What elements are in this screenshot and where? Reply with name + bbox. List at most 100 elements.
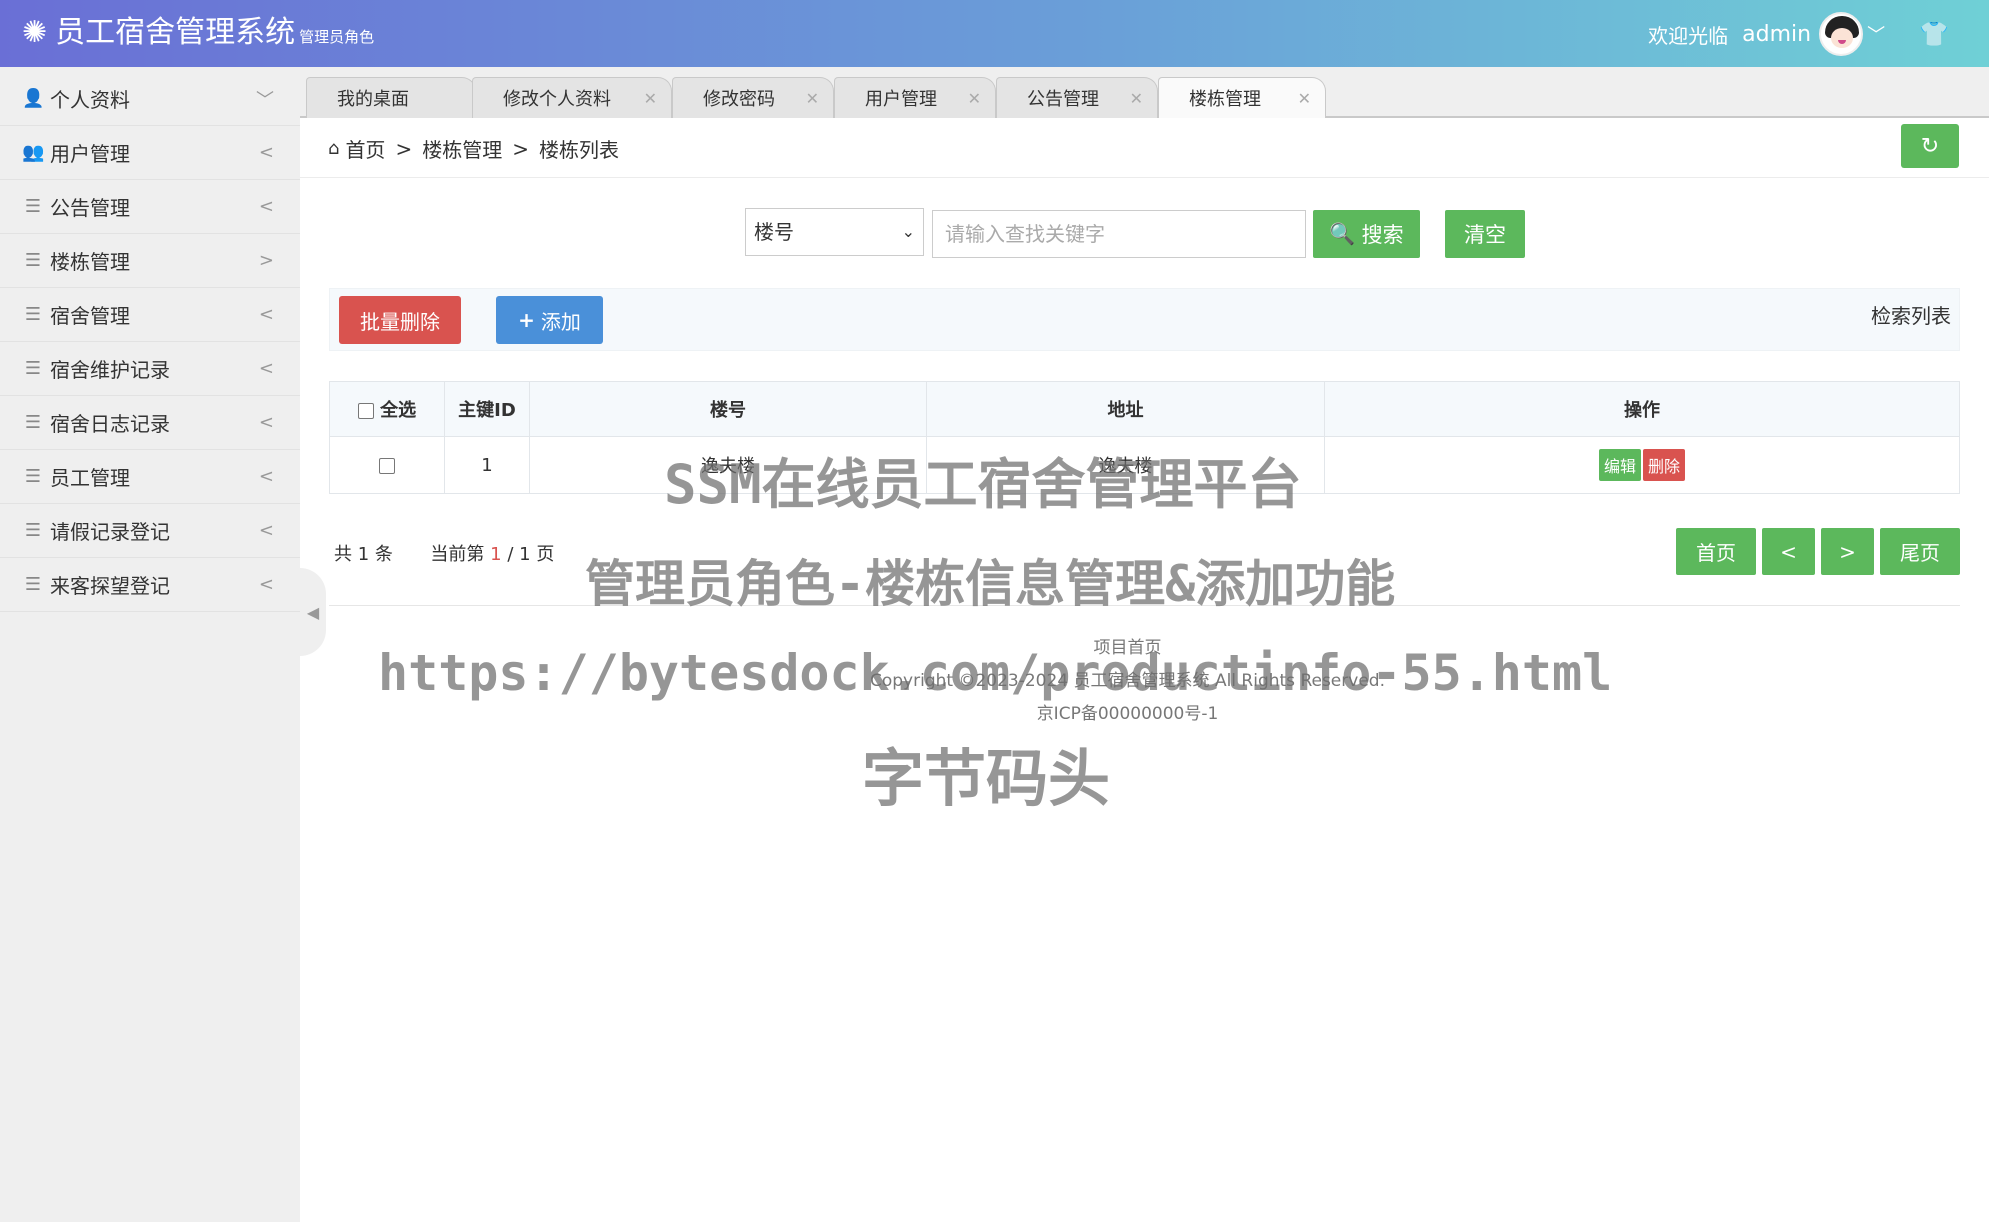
- sidebar-item-visitors[interactable]: ☰ 来客探望登记 <: [0, 558, 300, 612]
- prev-page-button[interactable]: <: [1762, 528, 1815, 575]
- chevron-left-icon: <: [258, 196, 274, 217]
- search-list-label: 检索列表: [1871, 304, 1951, 328]
- table-header-row: 全选 主键ID 楼号 地址 操作: [329, 381, 1960, 437]
- chevron-down-icon: ﹀: [256, 89, 274, 111]
- chevron-left-icon: <: [258, 520, 274, 541]
- next-page-button[interactable]: >: [1821, 528, 1874, 575]
- total-count: 1: [357, 544, 370, 565]
- search-field-value: 楼号: [754, 220, 794, 244]
- top-header: ✺ 员工宿舍管理系统 管理员角色 欢迎光临 admin ﹀ 👕: [0, 0, 1989, 67]
- clear-button[interactable]: 清空: [1445, 210, 1525, 258]
- sidebar-collapse-toggle[interactable]: ◀: [300, 568, 326, 656]
- welcome-text: 欢迎光临: [1648, 23, 1729, 48]
- menu-icon: ☰: [24, 574, 42, 595]
- tab-label: 修改个人资料: [503, 89, 611, 110]
- sidebar-item-label: 宿舍日志记录: [50, 412, 170, 436]
- watermark-line: 管理员角色-楼栋信息管理&添加功能: [585, 555, 1396, 613]
- breadcrumb-home[interactable]: 首页: [345, 134, 385, 163]
- row-id: 1: [444, 436, 530, 494]
- first-page-button[interactable]: 首页: [1676, 528, 1756, 575]
- plus-icon: +: [518, 308, 535, 332]
- total-suffix: 条: [374, 544, 393, 565]
- select-all-checkbox[interactable]: [357, 403, 374, 419]
- breadcrumb-level1[interactable]: 楼栋管理: [422, 134, 502, 163]
- delete-button[interactable]: 删除: [1643, 449, 1686, 481]
- chevron-left-icon: <: [258, 466, 274, 487]
- row-select-cell: [329, 436, 445, 494]
- close-icon[interactable]: ✕: [1298, 89, 1311, 108]
- menu-icon: ☰: [24, 304, 42, 325]
- tab-label: 我的桌面: [337, 89, 409, 110]
- breadcrumb-bar: ⌂ 首页 > 楼栋管理 > 楼栋列表 ↻: [300, 118, 1989, 178]
- search-input[interactable]: [932, 210, 1306, 258]
- close-icon[interactable]: ✕: [644, 89, 657, 108]
- sidebar-item-label: 公告管理: [50, 196, 130, 220]
- add-button[interactable]: + 添加: [496, 296, 603, 344]
- app-logo: ✺ 员工宿舍管理系统 管理员角色: [22, 16, 374, 50]
- watermark-line: https://bytesdock.com/productinfo-55.htm…: [378, 644, 1613, 702]
- tab-label: 用户管理: [865, 89, 937, 110]
- close-icon[interactable]: ✕: [806, 89, 819, 108]
- app-title: 员工宿舍管理系统: [55, 15, 296, 50]
- chevron-left-icon: <: [258, 574, 274, 595]
- sidebar-item-label: 楼栋管理: [50, 250, 130, 274]
- menu-icon: ☰: [24, 358, 42, 379]
- tab-label: 楼栋管理: [1189, 89, 1261, 110]
- users-icon: 👥: [22, 142, 45, 163]
- chevron-right-icon: >: [258, 250, 274, 271]
- tab-building-management[interactable]: 楼栋管理 ✕: [1158, 77, 1326, 118]
- clear-button-label: 清空: [1464, 223, 1506, 247]
- search-button[interactable]: 🔍 搜索: [1313, 210, 1420, 258]
- tab-bar: 我的桌面 修改个人资料 ✕ 修改密码 ✕ 用户管理 ✕ 公告管理 ✕ 楼栋管理 …: [300, 67, 1989, 118]
- sidebar-item-profile[interactable]: 👤 个人资料 ﹀: [0, 72, 300, 126]
- refresh-button[interactable]: ↻: [1901, 124, 1959, 168]
- menu-icon: ☰: [24, 196, 42, 217]
- chevron-left-icon: <: [258, 358, 274, 379]
- search-field-select[interactable]: 楼号 ⌄: [745, 208, 924, 256]
- row-checkbox[interactable]: [379, 457, 395, 474]
- batch-delete-button[interactable]: 批量删除: [339, 296, 461, 344]
- sidebar-item-label: 宿舍维护记录: [50, 358, 170, 382]
- sidebar-item-employees[interactable]: ☰ 员工管理 <: [0, 450, 300, 504]
- username[interactable]: admin: [1742, 22, 1811, 47]
- select-all-header[interactable]: 全选: [329, 381, 445, 437]
- page-slash: /: [507, 544, 514, 565]
- pages-suffix: 页: [536, 544, 555, 565]
- last-page-button[interactable]: 尾页: [1880, 528, 1960, 575]
- sidebar-item-maintenance[interactable]: ☰ 宿舍维护记录 <: [0, 342, 300, 396]
- shirt-icon[interactable]: 👕: [1919, 20, 1949, 48]
- batch-delete-label: 批量删除: [360, 309, 440, 334]
- sidebar-item-notices[interactable]: ☰ 公告管理 <: [0, 180, 300, 234]
- footer-icp[interactable]: 京ICP备00000000号-1: [329, 698, 1926, 731]
- sidebar-item-dorms[interactable]: ☰ 宿舍管理 <: [0, 288, 300, 342]
- edit-button[interactable]: 编辑: [1598, 449, 1641, 481]
- sidebar-item-dorm-logs[interactable]: ☰ 宿舍日志记录 <: [0, 396, 300, 450]
- select-all-label: 全选: [380, 400, 417, 421]
- tab-change-password[interactable]: 修改密码 ✕: [672, 77, 834, 118]
- breadcrumb-separator: >: [512, 136, 529, 161]
- tab-desktop[interactable]: 我的桌面: [306, 77, 476, 118]
- tab-user-management[interactable]: 用户管理 ✕: [834, 77, 996, 118]
- current-page: 1: [490, 544, 502, 565]
- search-button-label: 搜索: [1361, 223, 1404, 247]
- avatar[interactable]: [1819, 12, 1864, 56]
- watermark-line: SSM在线员工宿舍管理平台: [664, 453, 1302, 516]
- building-no-header: 楼号: [529, 381, 927, 437]
- sidebar-item-users[interactable]: 👥 用户管理 <: [0, 126, 300, 180]
- user-icon: 👤: [22, 88, 45, 109]
- current-prefix: 当前第: [430, 544, 485, 565]
- breadcrumb-current: 楼栋列表: [538, 138, 619, 162]
- tab-label: 公告管理: [1027, 89, 1099, 110]
- breadcrumb-separator: >: [395, 136, 413, 161]
- close-icon[interactable]: ✕: [968, 89, 981, 108]
- sidebar-item-label: 来客探望登记: [50, 574, 170, 598]
- sidebar-item-buildings[interactable]: ☰ 楼栋管理 >: [0, 234, 300, 288]
- chevron-down-icon[interactable]: ﹀: [1867, 21, 1885, 47]
- search-icon: 🔍: [1329, 221, 1356, 246]
- tab-notice-management[interactable]: 公告管理 ✕: [996, 77, 1158, 118]
- close-icon[interactable]: ✕: [1130, 89, 1143, 108]
- row-actions: 编辑 删除: [1324, 436, 1960, 494]
- tab-edit-profile[interactable]: 修改个人资料 ✕: [472, 77, 672, 118]
- sidebar-item-leave[interactable]: ☰ 请假记录登记 <: [0, 504, 300, 558]
- home-icon: ⌂: [328, 138, 340, 159]
